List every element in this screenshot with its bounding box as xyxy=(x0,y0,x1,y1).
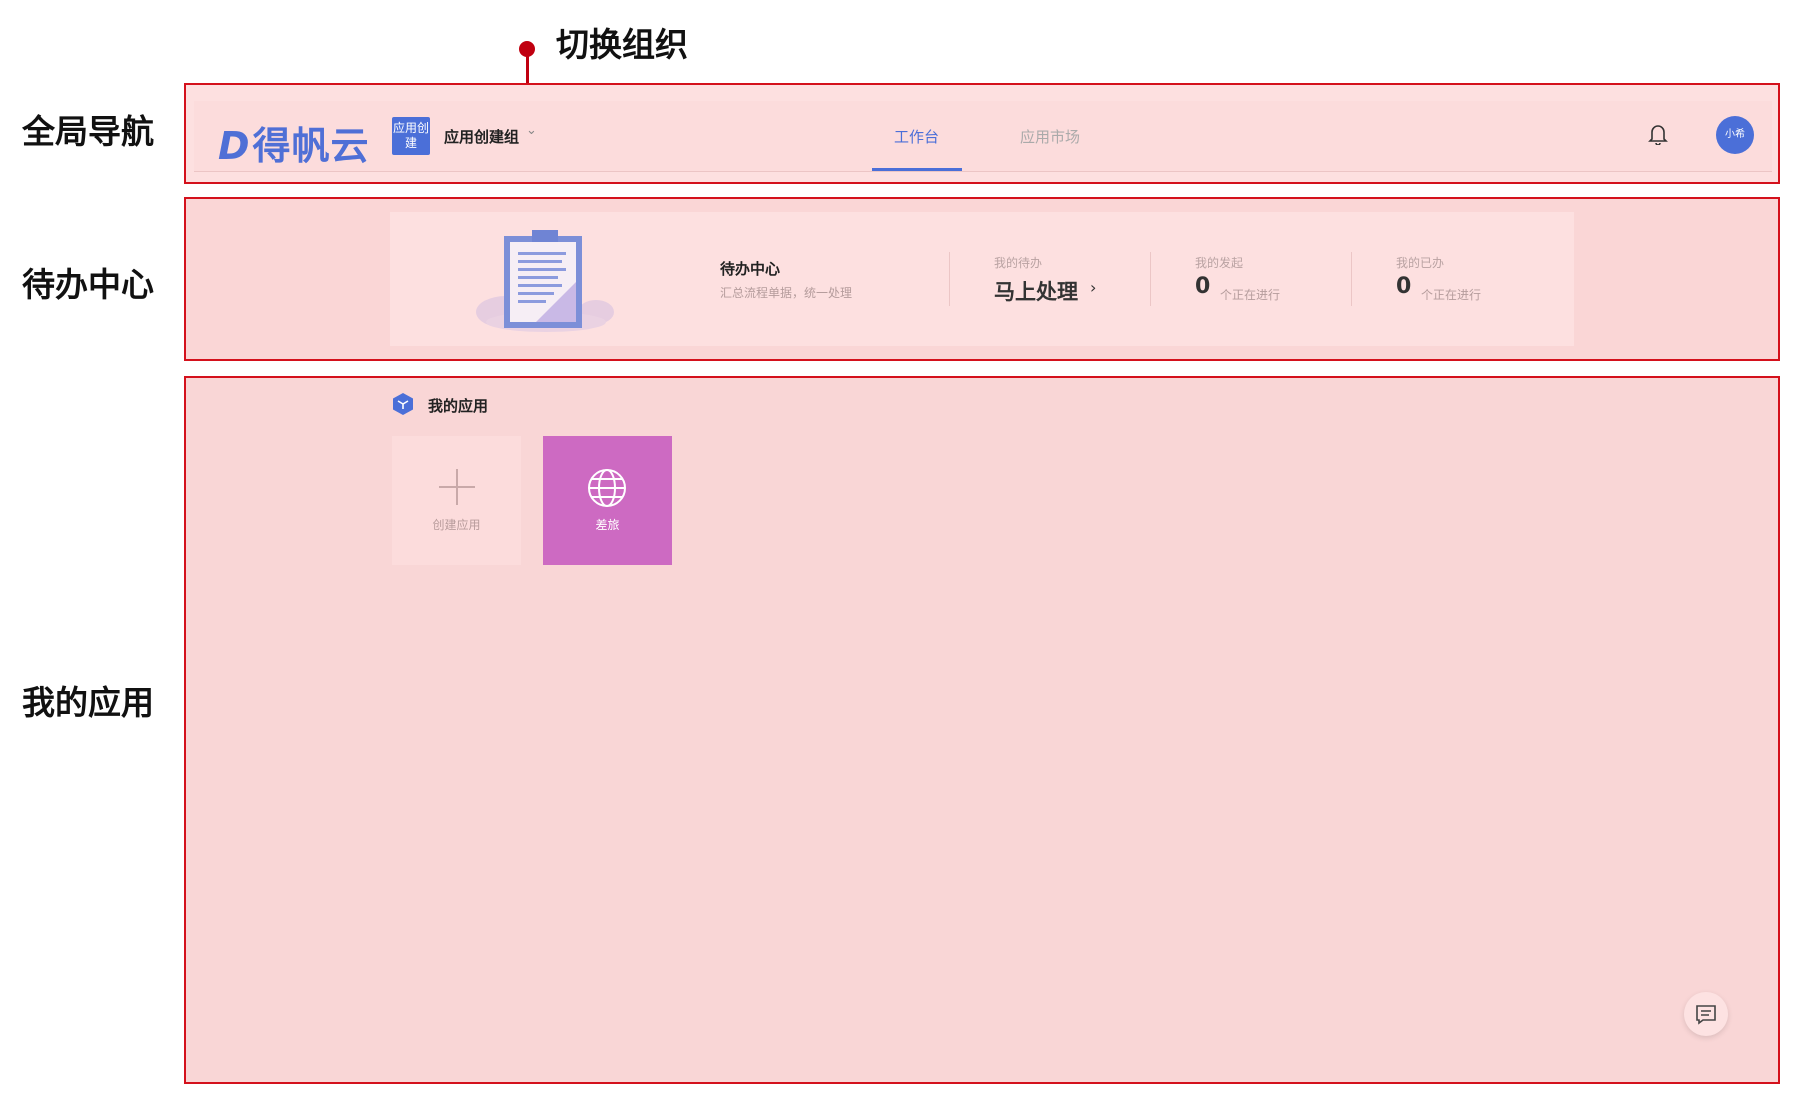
brand-logo[interactable]: D得帆云 xyxy=(218,115,370,170)
done-count[interactable]: 0 xyxy=(1396,274,1411,299)
initiated-unit: 个正在进行 xyxy=(1220,288,1281,302)
global-nav-zone: D得帆云 应用创建 应用创建组 ⌄ 工作台 应用市场 小希 xyxy=(184,83,1780,184)
apps-title: 我的应用 xyxy=(428,397,489,415)
active-tab-indicator xyxy=(872,168,962,171)
bell-icon[interactable] xyxy=(1648,123,1668,150)
annotation-my-apps: 我的应用 xyxy=(22,683,154,722)
app-tile-travel[interactable]: 差旅 xyxy=(543,436,672,565)
tab-app-market[interactable]: 应用市场 xyxy=(1020,126,1080,147)
initiated-label: 我的发起 xyxy=(1195,256,1244,270)
divider xyxy=(1351,252,1352,306)
org-badge[interactable]: 应用创建 xyxy=(392,117,430,155)
logo-text: 得帆云 xyxy=(252,124,370,168)
create-app-label: 创建应用 xyxy=(432,518,481,532)
divider xyxy=(949,252,950,306)
annotation-switch-org: 切换组织 xyxy=(556,25,688,64)
logo-mark-icon: D xyxy=(218,124,251,168)
chevron-right-icon[interactable]: › xyxy=(1090,278,1096,297)
plus-icon xyxy=(439,469,475,505)
app-label-travel: 差旅 xyxy=(595,518,620,532)
done-label: 我的已办 xyxy=(1396,256,1445,270)
chat-icon xyxy=(1696,1005,1716,1025)
annotation-todo-center: 待办中心 xyxy=(22,265,154,304)
my-todo-label: 我的待办 xyxy=(994,256,1043,270)
initiated-count[interactable]: 0 xyxy=(1195,274,1210,299)
top-nav-bar: D得帆云 应用创建 应用创建组 ⌄ 工作台 应用市场 小希 xyxy=(194,101,1772,172)
cube-icon xyxy=(393,393,413,415)
chevron-down-icon[interactable]: ⌄ xyxy=(526,123,537,138)
tab-workbench[interactable]: 工作台 xyxy=(894,126,939,147)
todo-card: 待办中心 汇总流程单据，统一处理 我的待办 马上处理 › 我的发起 0 个正在进… xyxy=(390,212,1574,346)
feedback-button[interactable] xyxy=(1684,992,1728,1036)
annotation-global-nav: 全局导航 xyxy=(22,112,154,151)
handle-now-link[interactable]: 马上处理 xyxy=(994,276,1078,306)
clipboard-illustration-icon xyxy=(466,222,626,342)
create-app-tile[interactable]: 创建应用 xyxy=(392,436,521,565)
org-switcher[interactable]: 应用创建组 xyxy=(444,126,519,147)
divider xyxy=(1150,252,1151,306)
globe-icon xyxy=(588,469,626,507)
avatar[interactable]: 小希 xyxy=(1716,116,1754,154)
done-unit: 个正在进行 xyxy=(1421,288,1482,302)
todo-center-zone: 待办中心 汇总流程单据，统一处理 我的待办 马上处理 › 我的发起 0 个正在进… xyxy=(184,197,1780,361)
my-apps-zone: 我的应用 创建应用 差旅 xyxy=(184,376,1780,1084)
todo-subtitle: 汇总流程单据，统一处理 xyxy=(720,286,853,300)
todo-title: 待办中心 xyxy=(720,260,781,278)
